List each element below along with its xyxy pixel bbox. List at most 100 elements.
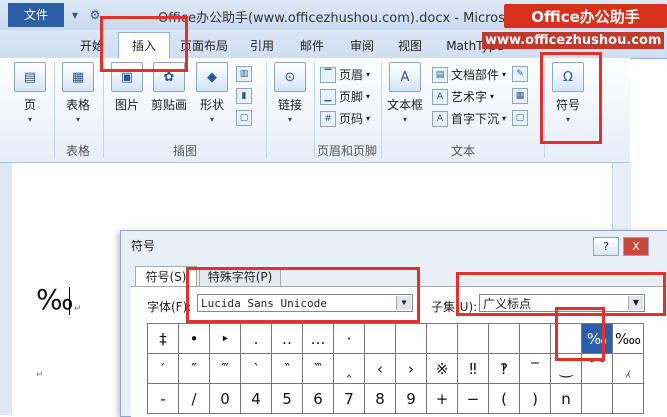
symbol-cell[interactable]: 5: [272, 384, 303, 414]
symbol-cell[interactable]: ›: [396, 354, 427, 384]
symbol-cell[interactable]: [582, 384, 613, 414]
symbol-cell[interactable]: −: [458, 384, 489, 414]
symbol-cell[interactable]: ․: [241, 324, 272, 354]
symbol-cell[interactable]: ‾: [520, 354, 551, 384]
font-select[interactable]: Lucida Sans Unicode ▼: [197, 294, 413, 312]
symbol-cell[interactable]: ‵: [241, 354, 272, 384]
signature-button[interactable]: ✎: [512, 66, 528, 82]
symbol-cell[interactable]: ⁁: [613, 354, 644, 384]
symbol-cell[interactable]: [365, 324, 396, 354]
chart-button[interactable]: ▮: [236, 88, 252, 104]
tab-view[interactable]: 视图: [392, 35, 428, 57]
shapes-button[interactable]: ◆ 形状 ▾: [190, 62, 234, 124]
table-button[interactable]: ▦ 表格 ▾: [56, 62, 100, 124]
symbol-cell[interactable]: ‡: [148, 324, 179, 354]
symbol-cell-selected[interactable]: ‰: [582, 324, 613, 354]
close-button[interactable]: X: [623, 237, 649, 256]
symbol-cell[interactable]: ‹: [365, 354, 396, 384]
tab-mailings[interactable]: 邮件: [294, 35, 330, 57]
symbol-cell[interactable]: ※: [427, 354, 458, 384]
symbol-cell[interactable]: ‸: [334, 354, 365, 384]
symbol-cell[interactable]: •: [179, 324, 210, 354]
tab-insert[interactable]: 插入: [118, 32, 170, 59]
symbol-cell[interactable]: +: [427, 384, 458, 414]
help-button[interactable]: ?: [593, 237, 619, 256]
symbol-cell[interactable]: 4: [241, 384, 272, 414]
symbol-cell[interactable]: ‿: [551, 354, 582, 384]
paragraph-mark-icon: ↵: [36, 370, 44, 380]
wordart-icon: A: [432, 88, 448, 105]
tab-file[interactable]: 文件: [8, 3, 64, 27]
header-button[interactable]: ▔ 页眉 ▾: [320, 66, 370, 83]
symbol-cell[interactable]: ‴: [210, 354, 241, 384]
omega-icon: Ω: [552, 62, 584, 92]
symbol-cell[interactable]: /: [179, 384, 210, 414]
symbol-cell[interactable]: ‧: [334, 324, 365, 354]
symbol-cell[interactable]: [427, 324, 458, 354]
clipart-icon: ✿: [153, 62, 185, 92]
dropcap-button[interactable]: A 首字下沉 ▾: [432, 110, 506, 127]
symbol-cell[interactable]: ‽: [489, 354, 520, 384]
page-icon: ▤: [14, 62, 46, 92]
subset-select[interactable]: 广义标点 ▼: [479, 294, 645, 312]
symbol-cell[interactable]: ″: [179, 354, 210, 384]
symbol-cell[interactable]: ⁀: [582, 354, 613, 384]
symbol-cell[interactable]: [613, 384, 644, 414]
tab-references[interactable]: 引用: [244, 35, 280, 57]
symbol-cell[interactable]: ‥: [272, 324, 303, 354]
dialog-title: 符号: [131, 239, 156, 253]
symbol-cell[interactable]: 9: [396, 384, 427, 414]
symbol-cell[interactable]: [396, 324, 427, 354]
textbox-button[interactable]: A 文本框 ▾: [383, 62, 427, 124]
brand-logo: Office办公助手: [504, 4, 667, 28]
redo-icon[interactable]: ▾: [66, 6, 84, 24]
symbol-cell[interactable]: n: [551, 384, 582, 414]
link-button[interactable]: ⊙ 链接 ▾: [268, 62, 312, 124]
subset-select-value: 广义标点: [483, 297, 532, 311]
clipart-button[interactable]: ✿ 剪贴画: [147, 62, 191, 113]
object-button[interactable]: ▢: [512, 110, 528, 126]
symbol-cell[interactable]: 8: [365, 384, 396, 414]
symbol-grid-frame: ‡ • ‣ ․ ‥… ‧ ‰ ‱ ′ ″ ‴ ‵ ‶ ‷ ‸ ‹ › ※ ‼ ‽ ‾ ‿ ⁀ ⁁ -/0 4 5 6 7 8 9 + −() n: [147, 323, 644, 414]
datetime-button[interactable]: ▦: [512, 88, 528, 104]
symbol-cell[interactable]: [489, 324, 520, 354]
symbol-button[interactable]: Ω 符号 ▾: [546, 62, 590, 124]
symbol-cell[interactable]: -: [148, 384, 179, 414]
symbol-cell[interactable]: 7: [334, 384, 365, 414]
customize-icon[interactable]: ⚙: [86, 6, 104, 24]
chevron-down-icon[interactable]: ▼: [628, 296, 643, 310]
text-cursor: [69, 287, 70, 315]
chevron-down-icon[interactable]: ▼: [396, 296, 411, 310]
wordart-button[interactable]: A 艺术字 ▾: [432, 88, 494, 105]
left-margin: [0, 163, 12, 415]
tab-page-layout[interactable]: 页面布局: [174, 35, 234, 57]
tab-home[interactable]: 开始: [74, 35, 110, 57]
symbol-cell[interactable]: (: [489, 384, 520, 414]
page-number-button[interactable]: # 页码 ▾: [320, 110, 370, 127]
symbol-cell[interactable]: [458, 324, 489, 354]
symbol-cell[interactable]: ‶: [272, 354, 303, 384]
smartart-button[interactable]: ▥: [236, 66, 252, 82]
symbol-cell[interactable]: [520, 324, 551, 354]
symbol-cell[interactable]: ‼: [458, 354, 489, 384]
symbol-cell[interactable]: …: [303, 324, 334, 354]
tab-special-characters[interactable]: 特殊字符(P): [199, 268, 281, 287]
screenshot-button[interactable]: ▢: [236, 110, 252, 126]
tab-review[interactable]: 审阅: [344, 35, 380, 57]
symbol-cell[interactable]: 6: [303, 384, 334, 414]
page-button[interactable]: ▤ 页 ▾: [8, 62, 52, 124]
tab-symbols[interactable]: 符号(S): [135, 266, 197, 287]
picture-button[interactable]: ▣ 图片: [105, 62, 149, 113]
footer-button[interactable]: ▁ 页脚 ▾: [320, 88, 370, 105]
symbol-cell[interactable]: [551, 324, 582, 354]
inserted-permille-symbol: ‰: [36, 283, 74, 316]
symbol-cell[interactable]: 0: [210, 384, 241, 414]
symbol-cell[interactable]: ‷: [303, 354, 334, 384]
symbol-cell[interactable]: ‱: [613, 324, 644, 354]
symbol-cell[interactable]: ): [520, 384, 551, 414]
doc-parts-button[interactable]: ▤ 文档部件 ▾: [432, 66, 506, 83]
shapes-icon: ◆: [196, 62, 228, 92]
symbol-cell[interactable]: ‣: [210, 324, 241, 354]
symbol-cell[interactable]: ′: [148, 354, 179, 384]
font-select-value: Lucida Sans Unicode: [201, 297, 327, 310]
